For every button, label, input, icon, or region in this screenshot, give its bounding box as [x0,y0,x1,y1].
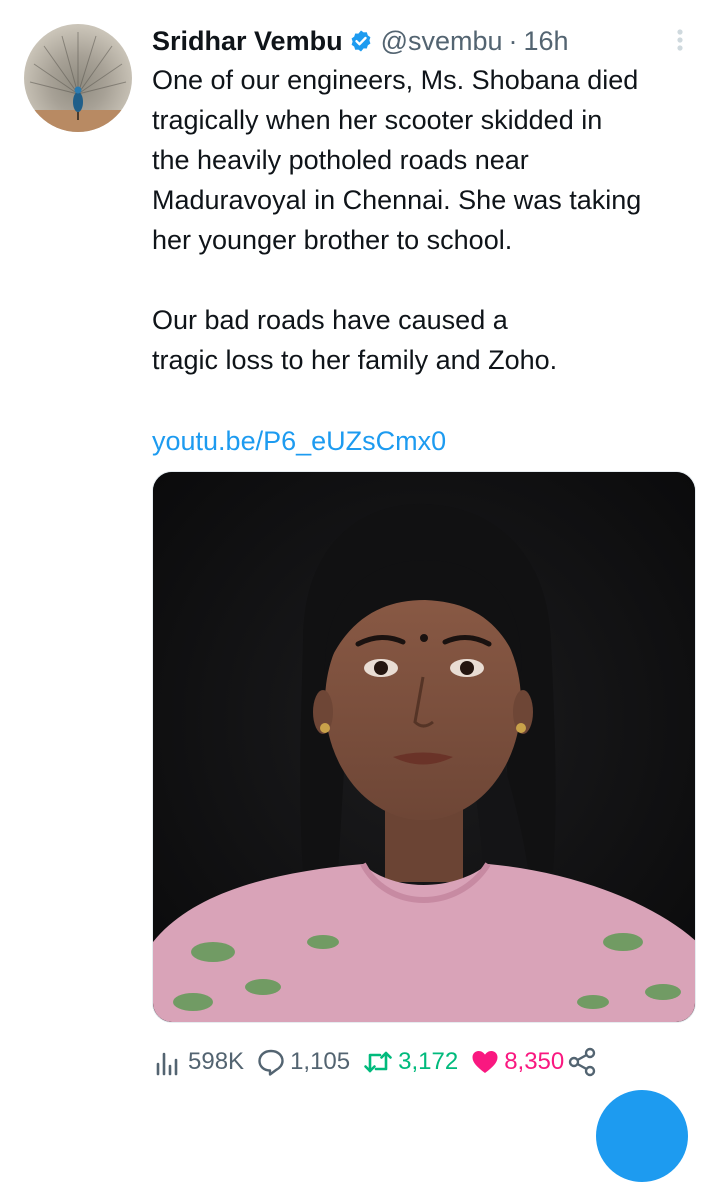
tweet-header: Sridhar Vembu @svembu · 16h [152,24,569,58]
author-handle[interactable]: @svembu [381,26,503,57]
reply-icon [258,1049,284,1076]
author-name[interactable]: Sridhar Vembu [152,26,343,57]
views-action[interactable]: 598K [152,1046,244,1078]
header-separator: · [508,25,518,56]
retweet-action[interactable]: 3,172 [362,1047,458,1077]
portrait-photo [153,472,695,1022]
retweet-count: 3,172 [398,1048,459,1075]
like-count: 8,350 [504,1048,565,1075]
analytics-icon [156,1052,178,1076]
reply-count: 1,105 [290,1048,351,1075]
tweet-text: One of our engineers, Ms. Shobana died t… [152,60,712,380]
tweet-actions: 598K 1,105 3,172 8,350 [152,1040,598,1084]
heart-icon [472,1051,498,1073]
tweet-paragraph: Our bad roads have caused a tragic loss … [152,305,558,375]
tweet-link[interactable]: youtu.be/P6_eUZsCmx0 [152,421,446,461]
views-count: 598K [188,1048,245,1075]
share-action[interactable] [566,1046,598,1078]
verified-badge-icon [351,30,370,52]
retweet-icon [364,1051,392,1073]
share-icon [569,1047,596,1077]
like-action[interactable]: 8,350 [470,1047,564,1077]
avatar[interactable] [24,24,132,132]
reply-action[interactable]: 1,105 [256,1047,350,1077]
peacock-avatar-image [24,32,132,132]
tweet-timestamp[interactable]: 16h [524,26,569,57]
tweet-media-image[interactable] [152,471,696,1023]
compose-button[interactable] [596,1090,688,1182]
more-vertical-icon[interactable] [670,26,690,54]
tweet-paragraph: One of our engineers, Ms. Shobana died t… [152,65,642,255]
